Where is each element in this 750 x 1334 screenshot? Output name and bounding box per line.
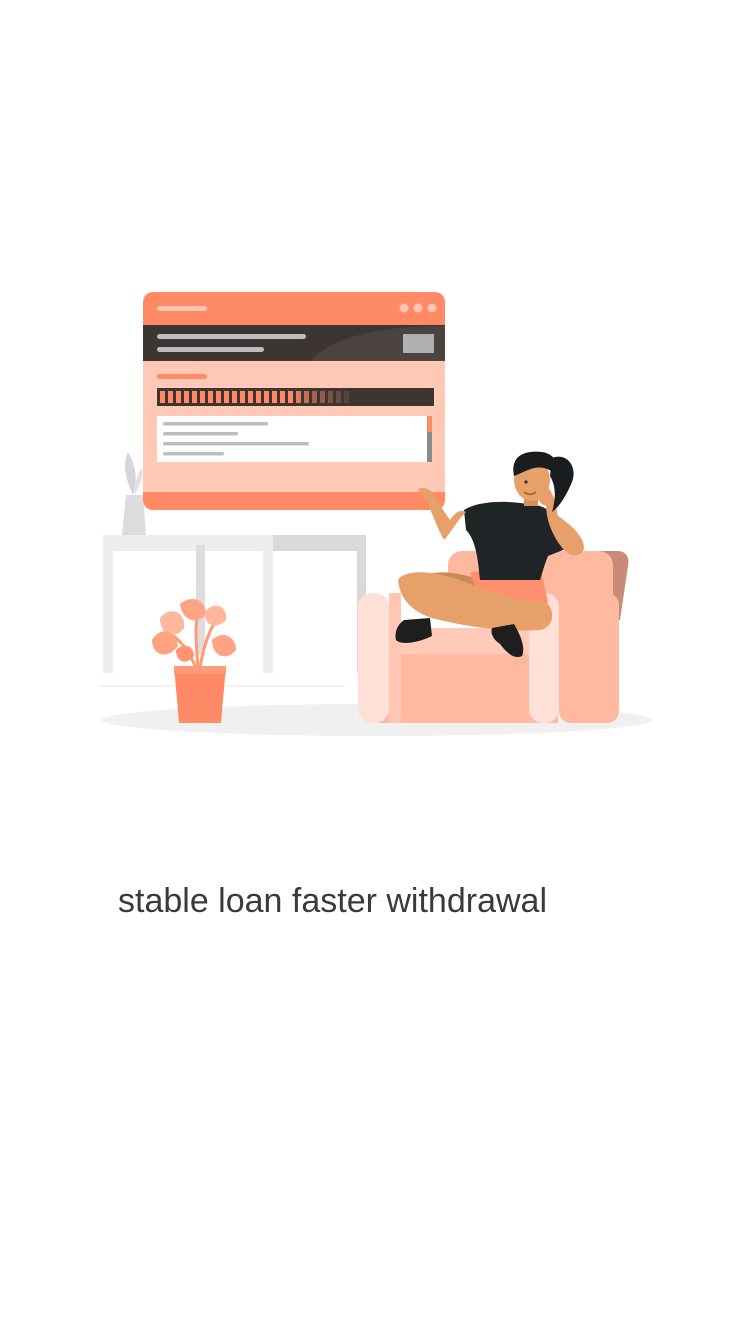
- window-title-bar-line: [157, 306, 207, 311]
- potted-plant: [152, 599, 236, 723]
- onboarding-illustration: [100, 292, 652, 736]
- onboarding-screen: stable loan faster withdrawal: [0, 0, 750, 1334]
- browser-window: [143, 292, 445, 510]
- window-dot-icon: [413, 303, 423, 313]
- side-table: [100, 535, 366, 687]
- onboarding-caption: stable loan faster withdrawal: [118, 882, 548, 920]
- loading-progress-bar: [157, 388, 434, 406]
- window-dot-icon: [427, 303, 437, 313]
- vase: [122, 452, 146, 535]
- window-dot-icon: [399, 303, 409, 313]
- window-image-placeholder: [403, 334, 434, 353]
